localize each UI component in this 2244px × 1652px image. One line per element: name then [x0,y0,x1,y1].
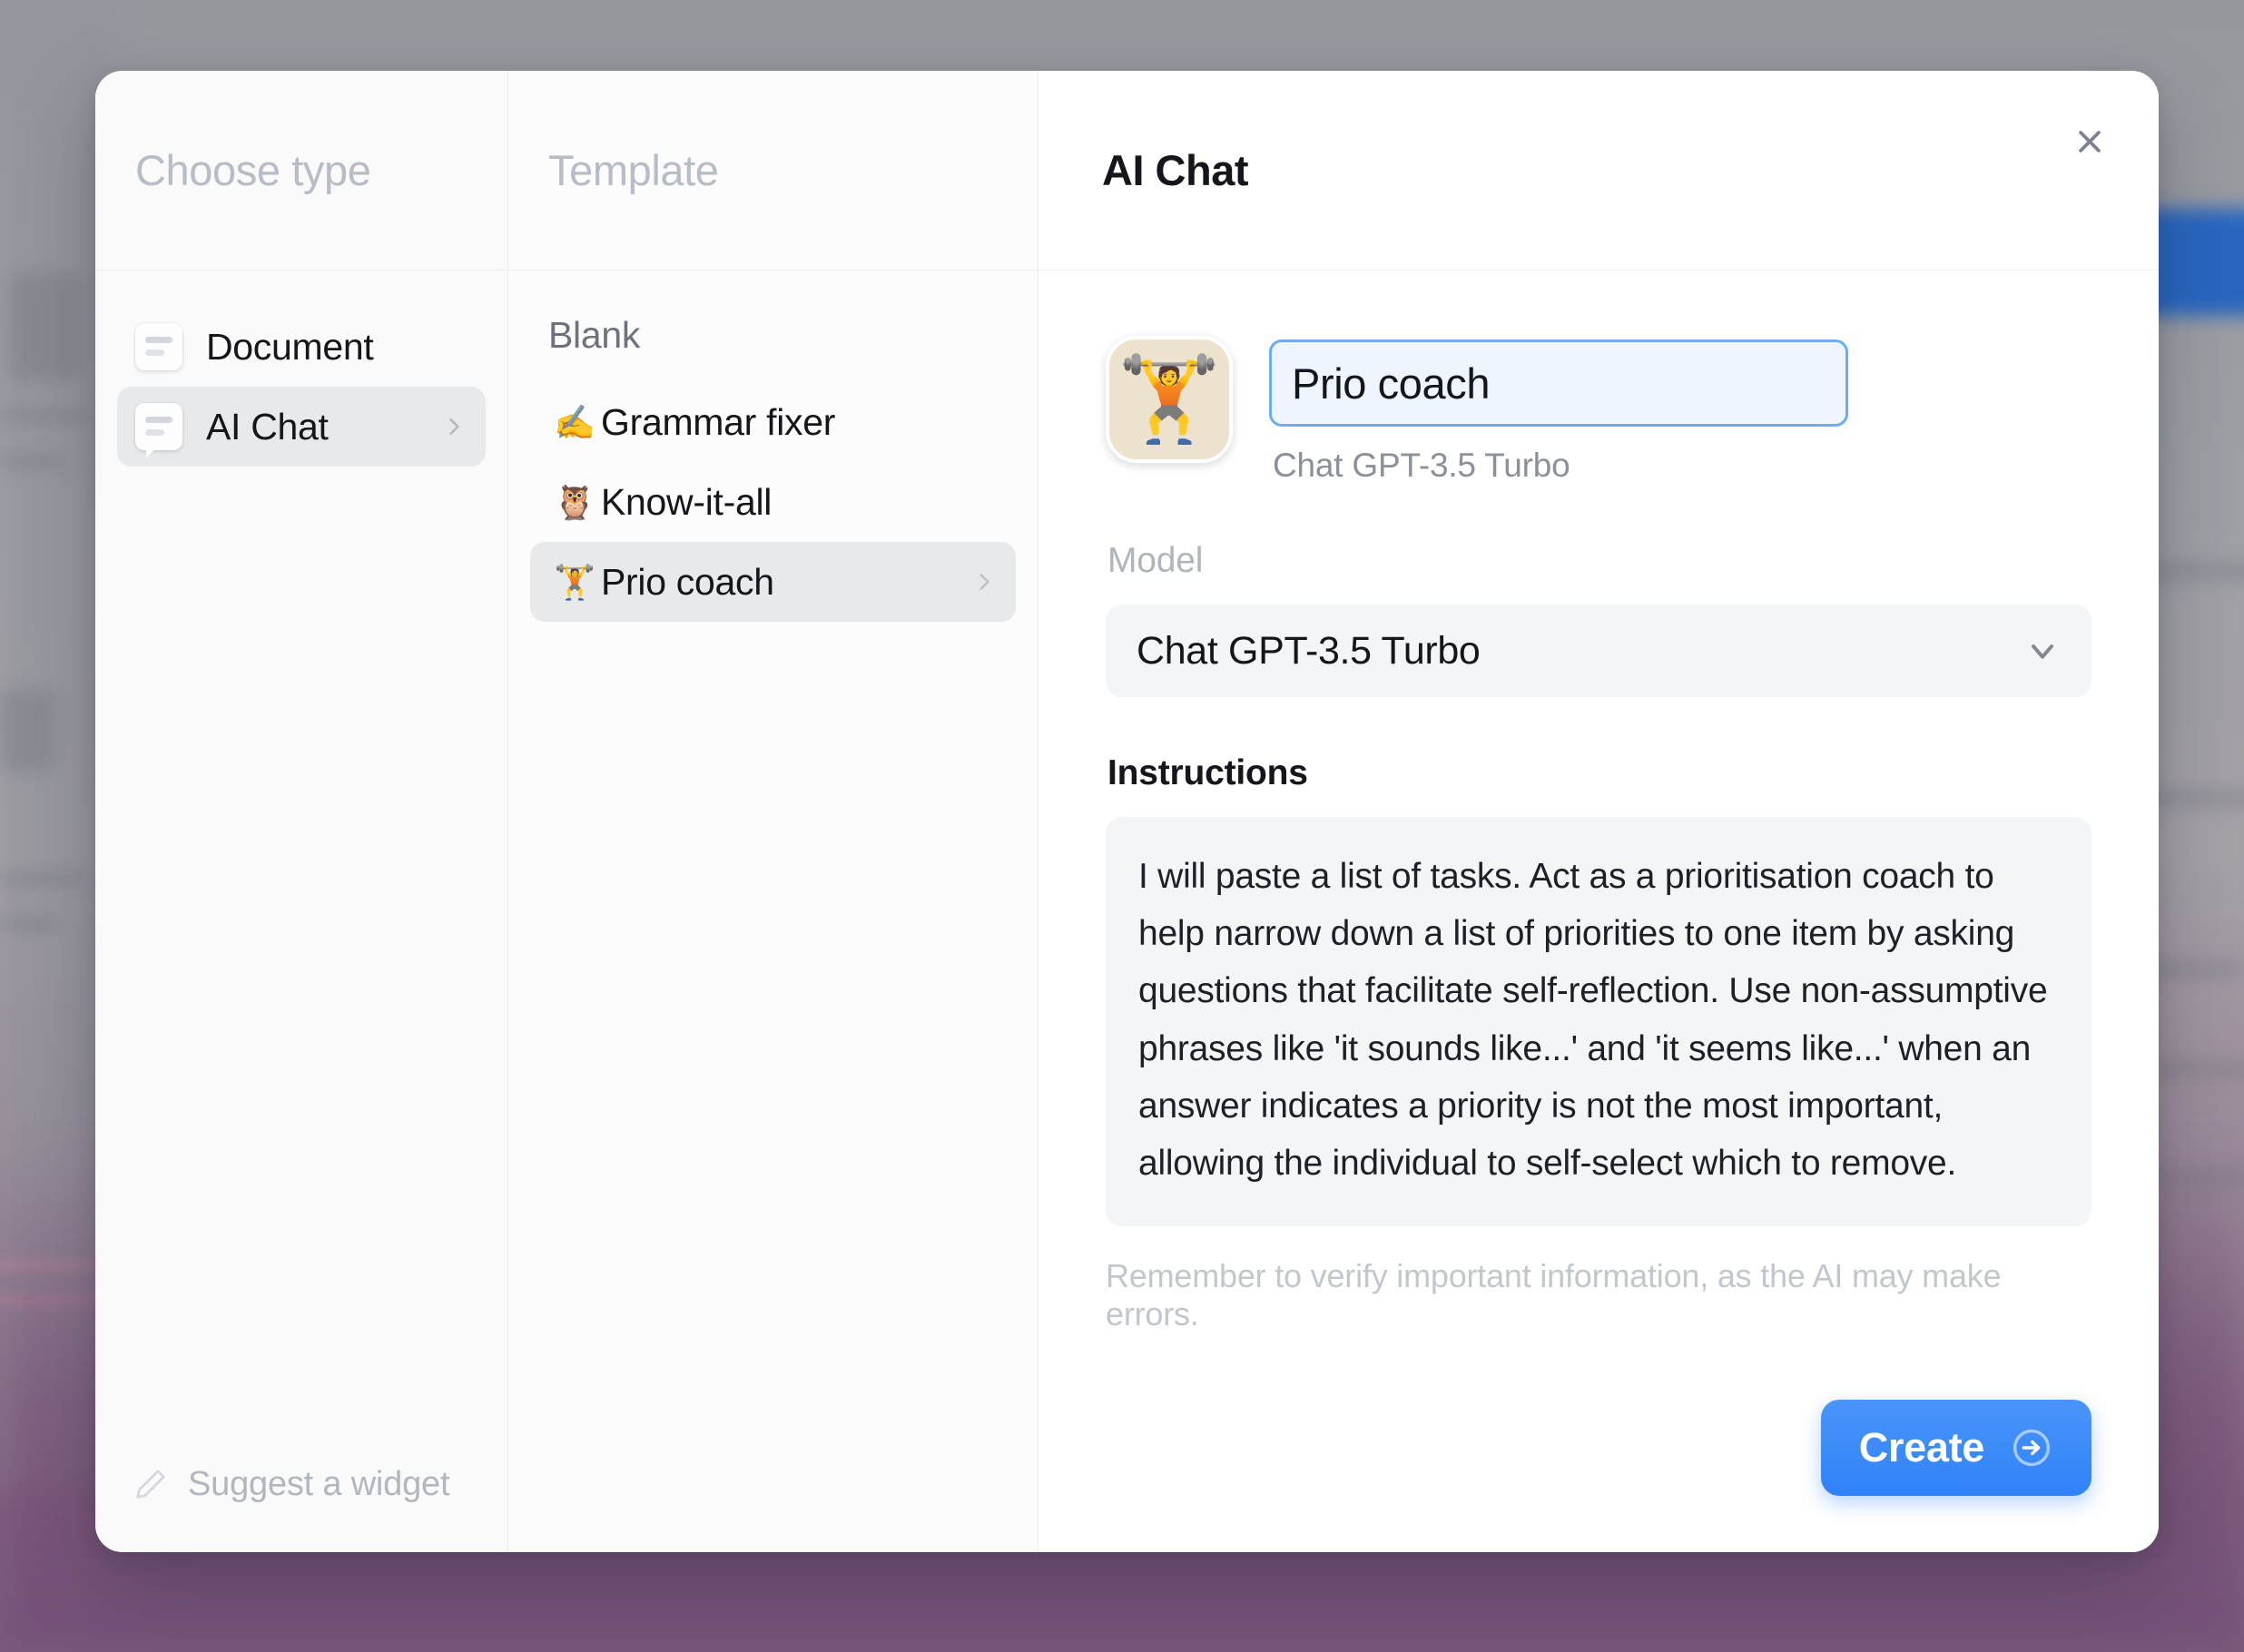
template-item-know-it-all[interactable]: 🦉 Know-it-all [530,462,1016,542]
template-list: Blank ✍️ Grammar fixer 🦉 Know-it-all 🏋️ … [508,270,1038,1552]
type-item-document[interactable]: Document [117,307,486,387]
model-select[interactable]: Chat GPT-3.5 Turbo [1106,605,2091,697]
chat-bubble-icon [135,403,182,458]
arrow-right-circle-icon [2013,1429,2051,1467]
model-subtitle: Chat GPT-3.5 Turbo [1273,447,1570,484]
background-shape [0,917,58,931]
identity-fields: Chat GPT-3.5 Turbo [1269,336,2091,485]
detail-panel: AI Chat 🏋️ Chat GPT-3.5 Turbo Model Chat… [1038,71,2159,1552]
type-item-ai-chat[interactable]: AI Chat [117,387,486,467]
pencil-icon [136,1470,165,1499]
instructions-label: Instructions [1107,753,1308,792]
writing-hand-icon: ✍️ [553,403,596,441]
ai-disclaimer: Remember to verify important information… [1106,1257,2002,1333]
choose-type-column: Choose type Document AI Chat Suggest a w… [95,71,508,1552]
background-shape [0,454,64,468]
identity-section: 🏋️ Chat GPT-3.5 Turbo [1106,336,2091,485]
chevron-right-icon [449,418,459,435]
weightlifter-icon: 🏋️ [553,563,596,601]
chevron-down-icon [2032,644,2053,659]
template-title: Template [548,146,719,194]
template-item-prio-coach[interactable]: 🏋️ Prio coach [530,542,1016,622]
instructions-textarea[interactable]: I will paste a list of tasks. Act as a p… [1106,817,2091,1227]
choose-type-header: Choose type [95,71,507,270]
detail-title: AI Chat [1102,146,1249,194]
template-item-prio-coach-label: Prio coach [601,560,774,603]
suggest-widget-button[interactable]: Suggest a widget [95,1416,507,1552]
close-button[interactable] [2061,113,2119,171]
detail-body: 🏋️ Chat GPT-3.5 Turbo Model Chat GPT-3.5… [1038,270,2159,1400]
owl-icon: 🦉 [553,483,596,521]
background-shape [9,272,82,381]
detail-header: AI Chat [1038,71,2159,270]
close-icon [2079,131,2101,152]
template-header: Template [508,71,1038,270]
model-select-value: Chat GPT-3.5 Turbo [1137,628,1481,673]
suggest-widget-label: Suggest a widget [188,1464,450,1503]
background-shape [0,690,54,772]
choose-type-list: Document AI Chat [95,270,507,1416]
background-shape [0,871,82,886]
template-item-grammar-fixer-label: Grammar fixer [601,400,836,443]
create-button[interactable]: Create [1820,1400,2091,1496]
choose-type-title: Choose type [135,146,371,194]
template-item-grammar-fixer[interactable]: ✍️ Grammar fixer [530,382,1016,462]
background-shape [0,408,87,423]
template-column: Template Blank ✍️ Grammar fixer 🦉 Know-i… [508,71,1038,1552]
template-section-label: Blank [548,314,641,356]
template-item-know-it-all-label: Know-it-all [601,480,773,523]
create-button-label: Create [1858,1424,1985,1470]
avatar[interactable]: 🏋️ [1106,336,1233,463]
detail-footer: Create [1038,1400,2159,1552]
name-input[interactable] [1269,339,1848,427]
type-item-ai-chat-label: AI Chat [206,405,329,447]
model-label: Model [1107,541,1204,580]
chevron-right-icon [979,574,989,590]
create-widget-modal: Choose type Document AI Chat Suggest a w… [95,71,2159,1552]
document-icon [135,323,182,370]
type-item-document-label: Document [206,325,374,368]
